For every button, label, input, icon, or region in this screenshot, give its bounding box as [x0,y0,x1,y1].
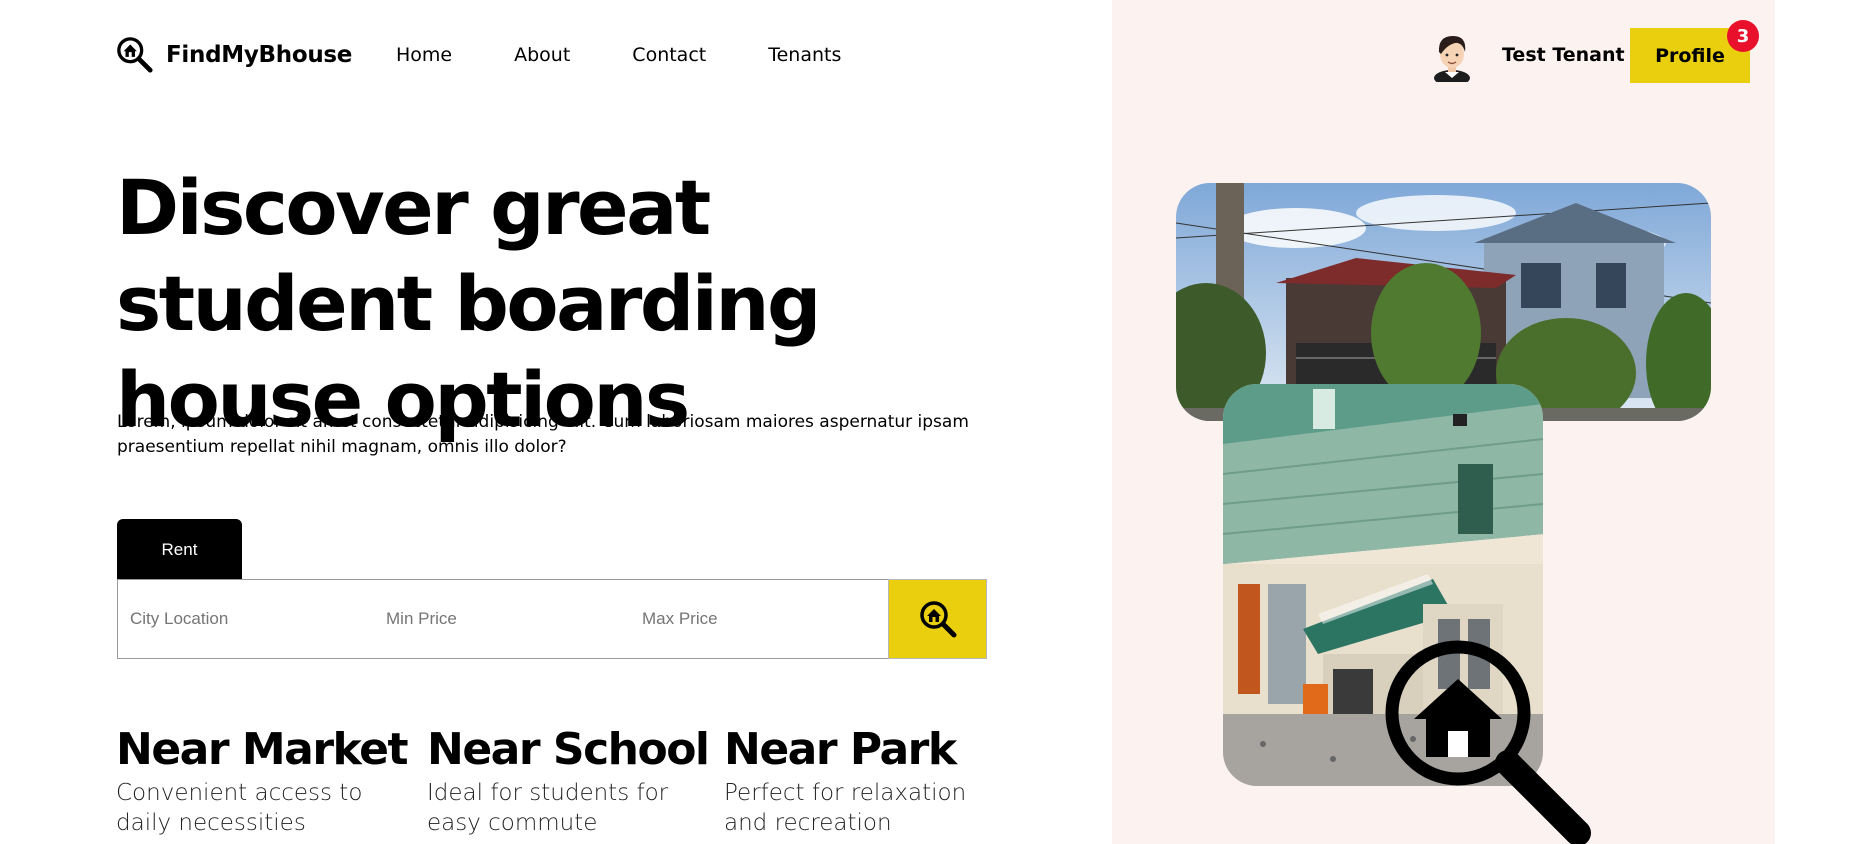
feature-title: Near Market [116,724,409,775]
min-price-input[interactable] [386,580,626,658]
nav-contact[interactable]: Contact [632,44,706,66]
feature-near-market: Near Market Convenient access to daily n… [116,722,409,838]
search-button[interactable] [888,579,987,659]
nav-tenants[interactable]: Tenants [768,44,841,66]
brand-logo[interactable]: FindMyBhouse [116,36,352,74]
feature-description: Perfect for relaxation and recreation [724,780,967,836]
search-bar [117,579,987,659]
house-search-icon [1385,640,1591,844]
avatar-icon[interactable] [1429,28,1475,82]
city-location-input[interactable] [130,580,370,658]
feature-title: Near School [427,724,710,775]
feature-title: Near Park [724,724,957,775]
hero-description: Lorem, ipsum dolor sit amet consectetur … [117,412,969,457]
feature-near-park: Near Park Perfect for relaxation and rec… [724,722,994,838]
house-search-icon [117,37,153,73]
notification-badge: 3 [1727,20,1759,52]
max-price-input[interactable] [642,580,882,658]
hero-headline: Discover great student boarding house op… [116,163,821,444]
house-search-icon [919,601,956,638]
user-name[interactable]: Test Tenant [1502,44,1625,66]
feature-near-school: Near School Ideal for students for easy … [427,722,710,838]
nav-about[interactable]: About [514,44,570,66]
main-nav: Home About Contact Tenants [396,44,841,66]
tab-rent[interactable]: Rent [117,519,242,580]
nav-home[interactable]: Home [396,44,452,66]
feature-description: Ideal for students for easy commute [427,780,669,836]
brand-name: FindMyBhouse [166,42,353,68]
feature-description: Convenient access to daily necessities [116,780,363,836]
